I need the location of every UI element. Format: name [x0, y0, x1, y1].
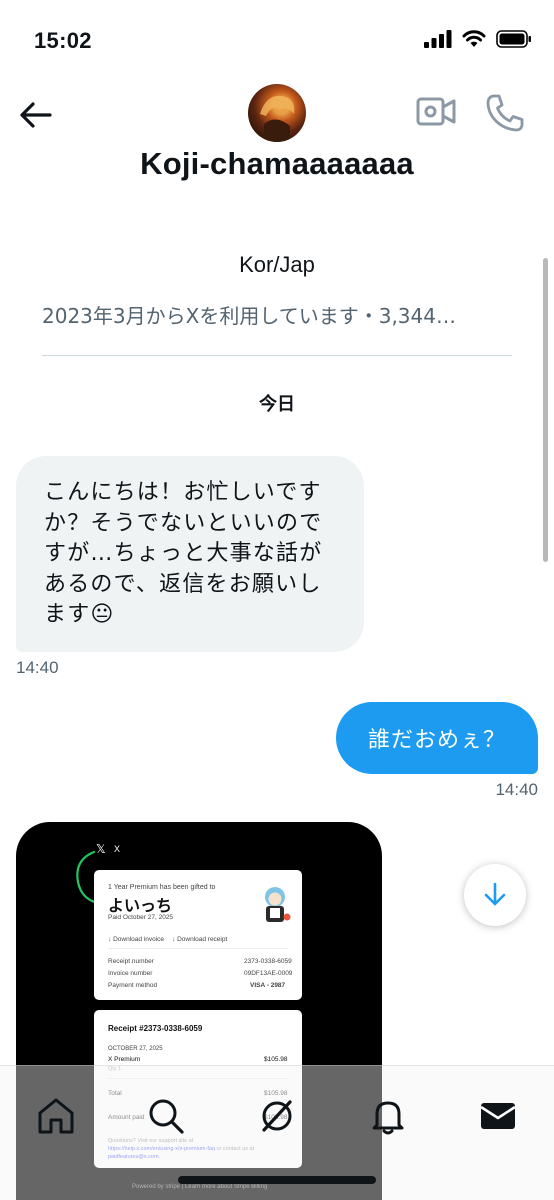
battery-icon: [496, 30, 531, 48]
paid-date: Paid October 27, 2025: [108, 914, 174, 921]
receipt-number-label: Receipt number: [108, 958, 154, 965]
date-separator: 今日: [259, 394, 295, 415]
message-text: 誰だおめぇ？: [367, 728, 506, 753]
profile-bio: Kor/Jap: [239, 252, 315, 277]
gift-receipt-card: 1 Year Premium has been gifted to よいっち P…: [94, 870, 302, 1000]
nav-grok[interactable]: [247, 1086, 307, 1146]
status-icons: [424, 30, 532, 48]
receipt-date: OCTOBER 27, 2025: [108, 1046, 163, 1052]
scroll-to-bottom-button[interactable]: [464, 864, 526, 926]
cellular-signal-icon: [424, 30, 452, 48]
avatar-image: [260, 95, 295, 142]
outgoing-message-bubble[interactable]: 誰だおめぇ？: [336, 702, 538, 774]
video-call-button[interactable]: [415, 92, 457, 132]
avatar[interactable]: [248, 84, 306, 142]
item-price: $105.98: [264, 1056, 288, 1063]
nav-home[interactable]: [26, 1086, 86, 1146]
arrow-left-icon: [20, 102, 52, 128]
gift-recipient: よいっち: [108, 896, 173, 915]
home-icon: [38, 1098, 74, 1134]
nav-messages[interactable]: [468, 1086, 528, 1146]
gift-line: 1 Year Premium has been gifted to: [108, 884, 216, 891]
video-camera-icon: [416, 97, 456, 126]
back-button[interactable]: [14, 94, 56, 136]
message-text: こんにちは！お忙しいですか？そうでないといいのですが…ちょっと大事な話があるので…: [44, 480, 323, 627]
nav-notifications[interactable]: [358, 1086, 418, 1146]
status-bar: 15:02: [0, 0, 554, 82]
download-receipt-link[interactable]: ↓ Download receipt: [172, 936, 227, 943]
wifi-icon: [462, 30, 486, 47]
download-invoice-link[interactable]: ↓ Download invoice: [108, 936, 164, 943]
bell-icon: [372, 1101, 404, 1135]
search-icon: [149, 1099, 184, 1134]
message-timestamp: 14:40: [495, 780, 538, 799]
item-name: X Premium: [108, 1056, 141, 1063]
receipt-number-value: 2373-0338-6059: [244, 958, 292, 965]
message-timestamp: 14:40: [16, 658, 59, 677]
voice-call-button[interactable]: [484, 92, 526, 134]
mail-icon: [480, 1103, 516, 1129]
nav-search[interactable]: [136, 1086, 196, 1146]
invoice-number-value: 09DF13AE-0009: [244, 970, 293, 977]
phone-icon: [486, 94, 524, 132]
payment-method-value: VISA - 2987: [250, 982, 286, 989]
invoice-number-label: Invoice number: [108, 970, 153, 977]
divider: [42, 355, 512, 356]
incoming-message-bubble[interactable]: こんにちは！お忙しいですか？そうでないといいのですが…ちょっと大事な話があるので…: [16, 456, 364, 652]
joined-info: 2023年3月からXを利用しています・3,344…: [42, 304, 456, 328]
grok-icon: [262, 1100, 292, 1132]
payment-method-label: Payment method: [108, 982, 158, 989]
scrollbar[interactable]: [543, 258, 548, 562]
receipt-title: Receipt #2373-0338-6059: [108, 1024, 203, 1033]
character-sticker: [265, 887, 291, 922]
display-name[interactable]: Koji-chamaaaaaaa: [0, 146, 554, 182]
home-indicator[interactable]: [178, 1176, 376, 1184]
arrow-down-icon: [484, 882, 506, 906]
status-time: 15:02: [34, 28, 92, 53]
divider: [108, 948, 288, 949]
